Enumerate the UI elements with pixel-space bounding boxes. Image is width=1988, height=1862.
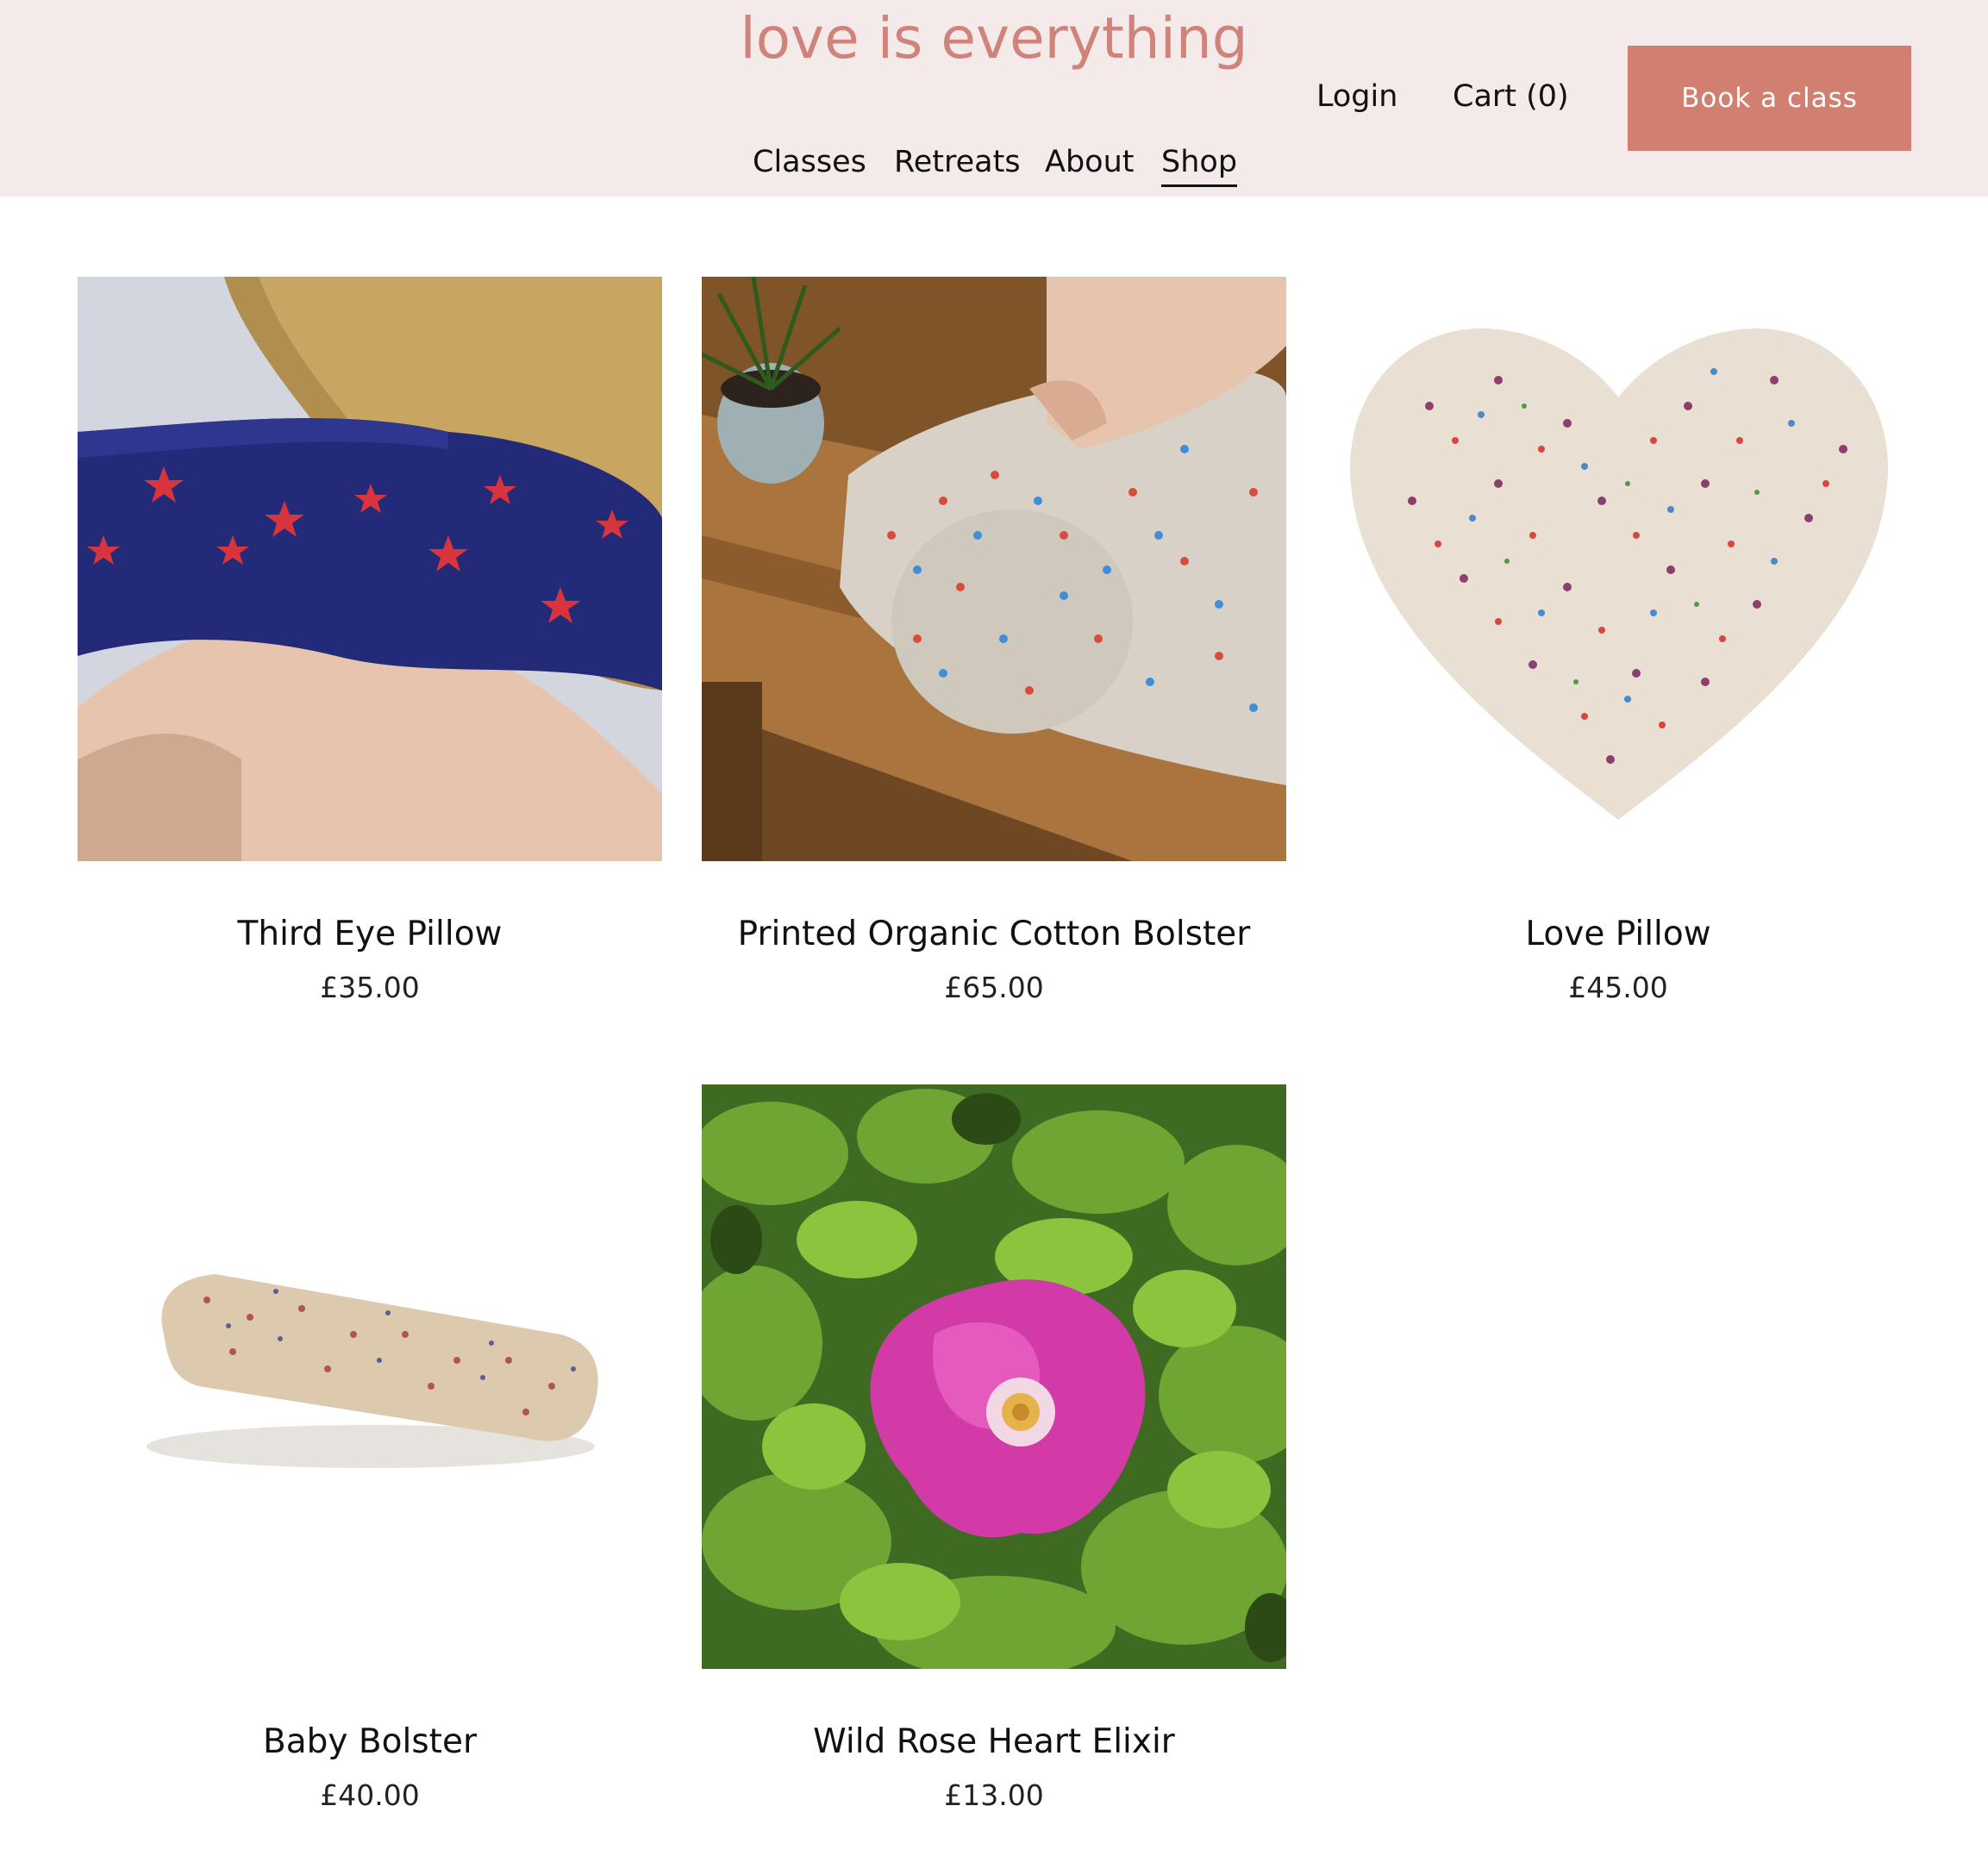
product-price: £45.00 bbox=[1568, 971, 1668, 1004]
product-card-third-eye-pillow[interactable]: Third Eye Pillow £35.00 bbox=[78, 277, 662, 1004]
nav-item-shop[interactable]: Shop bbox=[1161, 145, 1238, 187]
product-card-love-pillow[interactable]: Love Pillow £45.00 bbox=[1326, 277, 1910, 1004]
product-card-wild-rose-heart-elixir[interactable]: Wild Rose Heart Elixir £13.00 bbox=[702, 1084, 1286, 1812]
product-title[interactable]: Printed Organic Cotton Bolster bbox=[702, 915, 1286, 953]
product-price: £40.00 bbox=[320, 1778, 420, 1812]
product-card-printed-organic-cotton-bolster[interactable]: Printed Organic Cotton Bolster £65.00 bbox=[702, 277, 1286, 1004]
product-image-baby-bolster[interactable] bbox=[78, 1084, 662, 1669]
cart-link[interactable]: Cart (0) bbox=[1453, 79, 1569, 114]
product-card-baby-bolster[interactable]: Baby Bolster £40.00 bbox=[78, 1084, 662, 1812]
product-image-printed-bolster[interactable] bbox=[702, 277, 1286, 861]
book-a-class-button[interactable]: Book a class bbox=[1628, 46, 1911, 151]
product-price: £35.00 bbox=[320, 971, 420, 1004]
product-title[interactable]: Baby Bolster bbox=[78, 1722, 662, 1761]
nav-item-retreats[interactable]: Retreats bbox=[894, 145, 1021, 179]
site-header: love is everything Classes Retreats Abou… bbox=[0, 0, 1988, 197]
product-price: £65.00 bbox=[944, 971, 1044, 1004]
nav-item-about[interactable]: About bbox=[1045, 145, 1134, 179]
login-link[interactable]: Login bbox=[1316, 79, 1397, 114]
product-image-third-eye-pillow[interactable] bbox=[78, 277, 662, 861]
nav-item-classes[interactable]: Classes bbox=[753, 145, 866, 179]
product-image-wild-rose[interactable] bbox=[702, 1084, 1286, 1669]
product-title[interactable]: Wild Rose Heart Elixir bbox=[702, 1722, 1286, 1761]
product-price: £13.00 bbox=[944, 1778, 1044, 1812]
product-title[interactable]: Love Pillow bbox=[1326, 915, 1910, 953]
product-image-love-pillow[interactable] bbox=[1326, 277, 1910, 861]
product-title[interactable]: Third Eye Pillow bbox=[78, 915, 662, 953]
